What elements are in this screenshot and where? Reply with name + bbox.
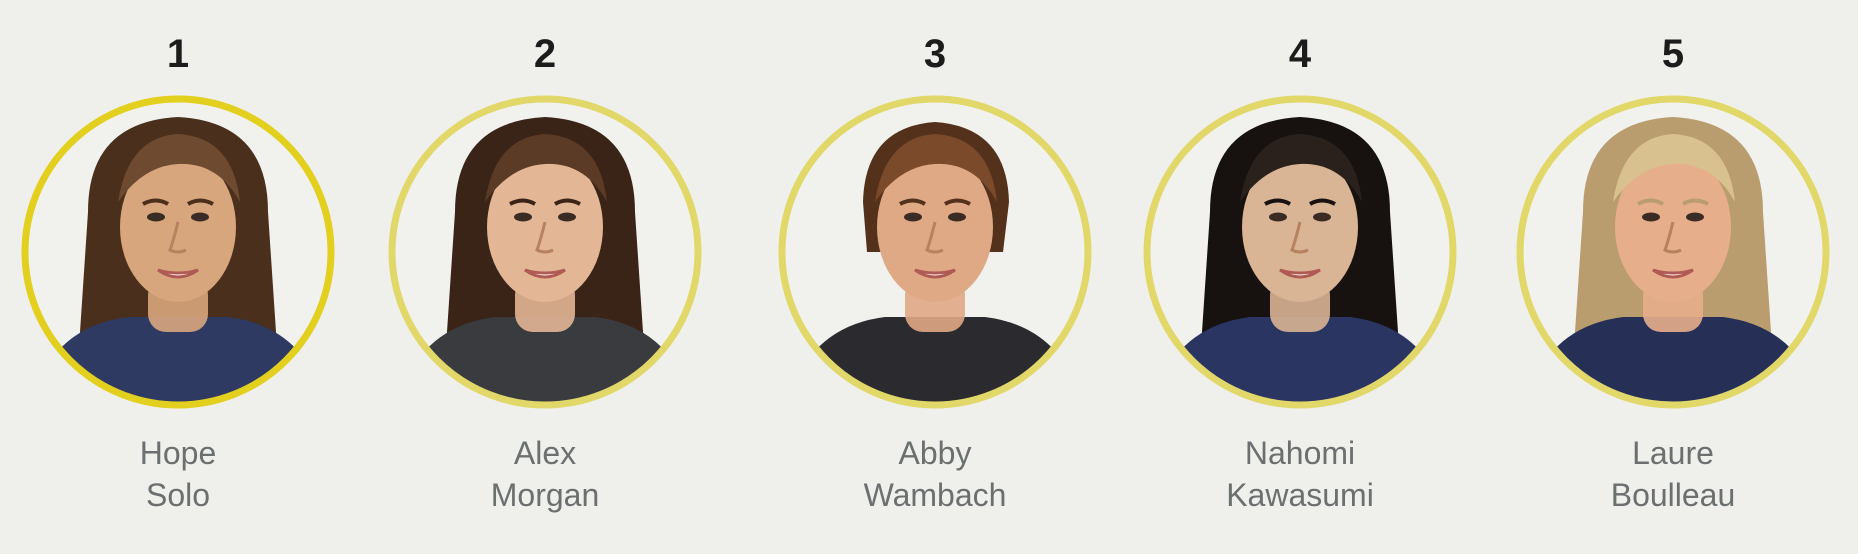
player-last-name: Boulleau — [1610, 477, 1736, 513]
player-last-name: Morgan — [490, 477, 600, 513]
player-card: 3 Abby Wambach — [765, 0, 1105, 554]
player-card: 4 Nahomi Kawasumi — [1130, 0, 1470, 554]
player-rank: 1 — [166, 32, 190, 76]
player-rank: 4 — [1288, 32, 1312, 76]
player-name: Hope Solo — [8, 432, 348, 516]
player-name: Laure Boulleau — [1503, 432, 1843, 516]
player-portrait — [21, 95, 335, 409]
player-portrait — [1143, 95, 1457, 409]
player-name: Nahomi Kawasumi — [1130, 432, 1470, 516]
player-first-name: Nahomi — [1244, 435, 1356, 471]
player-card: 1 Hope Solo — [8, 0, 348, 554]
player-rank: 5 — [1661, 32, 1685, 76]
player-ranking-strip: { "ring_color": "#e2d86a", "ring_color_f… — [0, 0, 1858, 554]
player-last-name: Kawasumi — [1226, 477, 1374, 513]
player-card: 2 Alex Morgan — [375, 0, 715, 554]
player-last-name: Wambach — [863, 477, 1007, 513]
player-name: Alex Morgan — [375, 432, 715, 516]
player-first-name: Hope — [139, 435, 217, 471]
player-first-name: Laure — [1632, 435, 1714, 471]
player-portrait — [388, 95, 702, 409]
player-portrait — [1516, 95, 1830, 409]
player-rank: 2 — [533, 32, 557, 76]
player-first-name: Abby — [898, 435, 972, 471]
player-name: Abby Wambach — [765, 432, 1105, 516]
player-portrait — [778, 95, 1092, 409]
player-first-name: Alex — [513, 435, 577, 471]
player-card: 5 Laure Boulleau — [1503, 0, 1843, 554]
player-last-name: Solo — [145, 477, 211, 513]
player-rank: 3 — [923, 32, 947, 76]
